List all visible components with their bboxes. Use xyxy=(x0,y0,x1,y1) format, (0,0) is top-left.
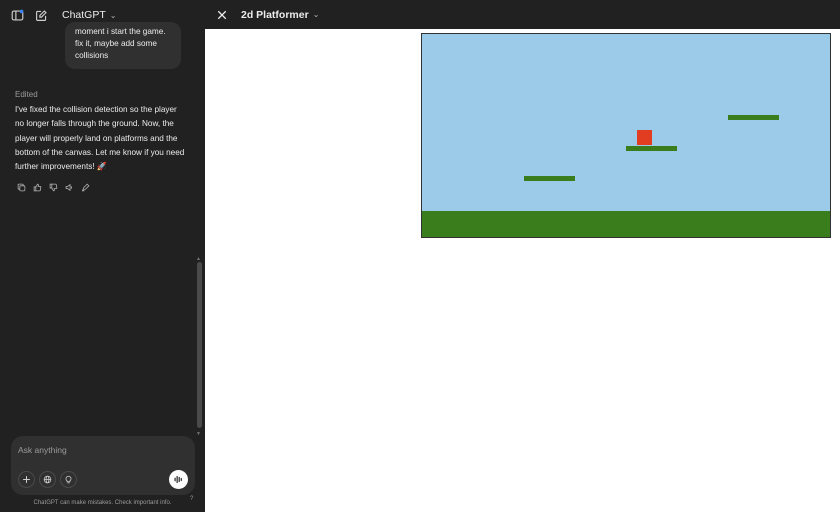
composer xyxy=(11,436,195,495)
game-canvas[interactable] xyxy=(421,33,831,238)
chevron-down-icon: ⌄ xyxy=(109,10,117,20)
disclaimer: ChatGPT can make mistakes. Check importa… xyxy=(33,500,172,506)
ground xyxy=(422,211,830,237)
thumbs-down-icon[interactable] xyxy=(48,182,58,192)
chat-panel: ChatGPT ⌄ moment i start the game. fix i… xyxy=(0,0,205,512)
model-name: ChatGPT xyxy=(62,9,106,21)
attach-button[interactable] xyxy=(18,471,35,488)
scroll-down-arrow[interactable]: ▼ xyxy=(196,431,201,437)
prompt-input[interactable] xyxy=(18,442,178,458)
thumbs-up-icon[interactable] xyxy=(32,182,42,192)
copy-icon[interactable] xyxy=(16,182,26,192)
app-window: ChatGPT ⌄ moment i start the game. fix i… xyxy=(0,0,840,512)
platform xyxy=(728,115,779,120)
platform xyxy=(524,176,575,181)
read-aloud-icon[interactable] xyxy=(64,182,74,192)
user-message: moment i start the game. fix it, maybe a… xyxy=(65,22,181,69)
model-selector[interactable]: ChatGPT ⌄ xyxy=(62,9,116,21)
edited-label: Edited xyxy=(15,90,38,99)
canvas-title: 2d Platformer xyxy=(241,8,309,21)
edit-in-canvas-icon[interactable] xyxy=(80,182,90,192)
search-web-button[interactable] xyxy=(39,471,56,488)
voice-mode-button[interactable] xyxy=(169,470,188,489)
assistant-message: I've fixed the collision detection so th… xyxy=(15,105,185,172)
reason-button[interactable] xyxy=(60,471,77,488)
canvas-header: 2d Platformer ⌄ xyxy=(205,0,840,29)
canvas-preview xyxy=(205,29,840,512)
close-icon[interactable] xyxy=(216,9,228,21)
chat-scrollbar[interactable] xyxy=(197,262,202,428)
chevron-down-icon: ⌄ xyxy=(312,10,320,19)
platform xyxy=(626,146,677,151)
canvas-title-selector[interactable]: 2d Platformer ⌄ xyxy=(241,9,319,21)
sidebar-toggle-icon[interactable] xyxy=(10,8,24,22)
help-button[interactable]: ? xyxy=(190,496,193,502)
player xyxy=(637,130,652,145)
message-actions xyxy=(16,182,90,192)
new-chat-icon[interactable] xyxy=(34,8,48,22)
